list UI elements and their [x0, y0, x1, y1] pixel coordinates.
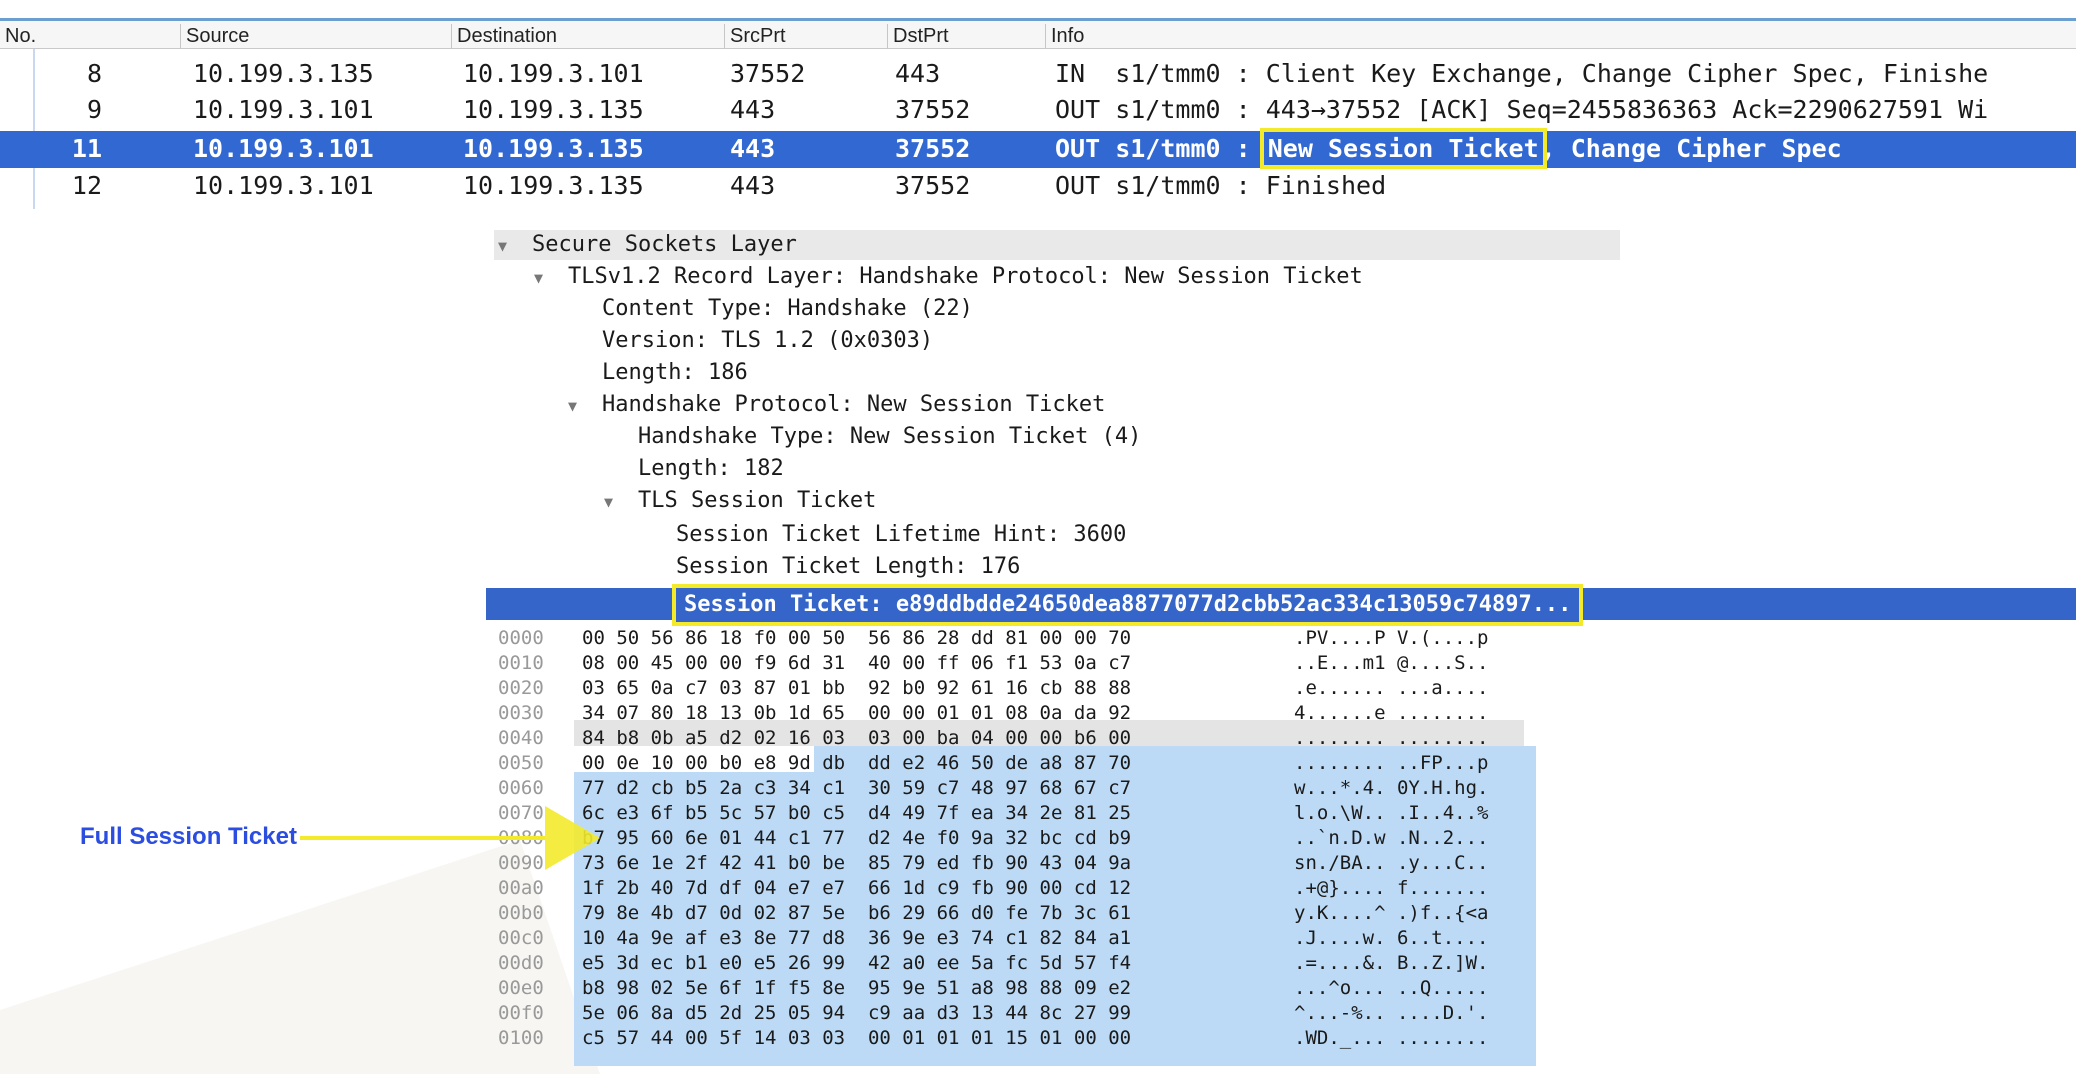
- annotation-arrow-icon: [300, 806, 600, 870]
- annotation-label: Full Session Ticket: [80, 823, 297, 850]
